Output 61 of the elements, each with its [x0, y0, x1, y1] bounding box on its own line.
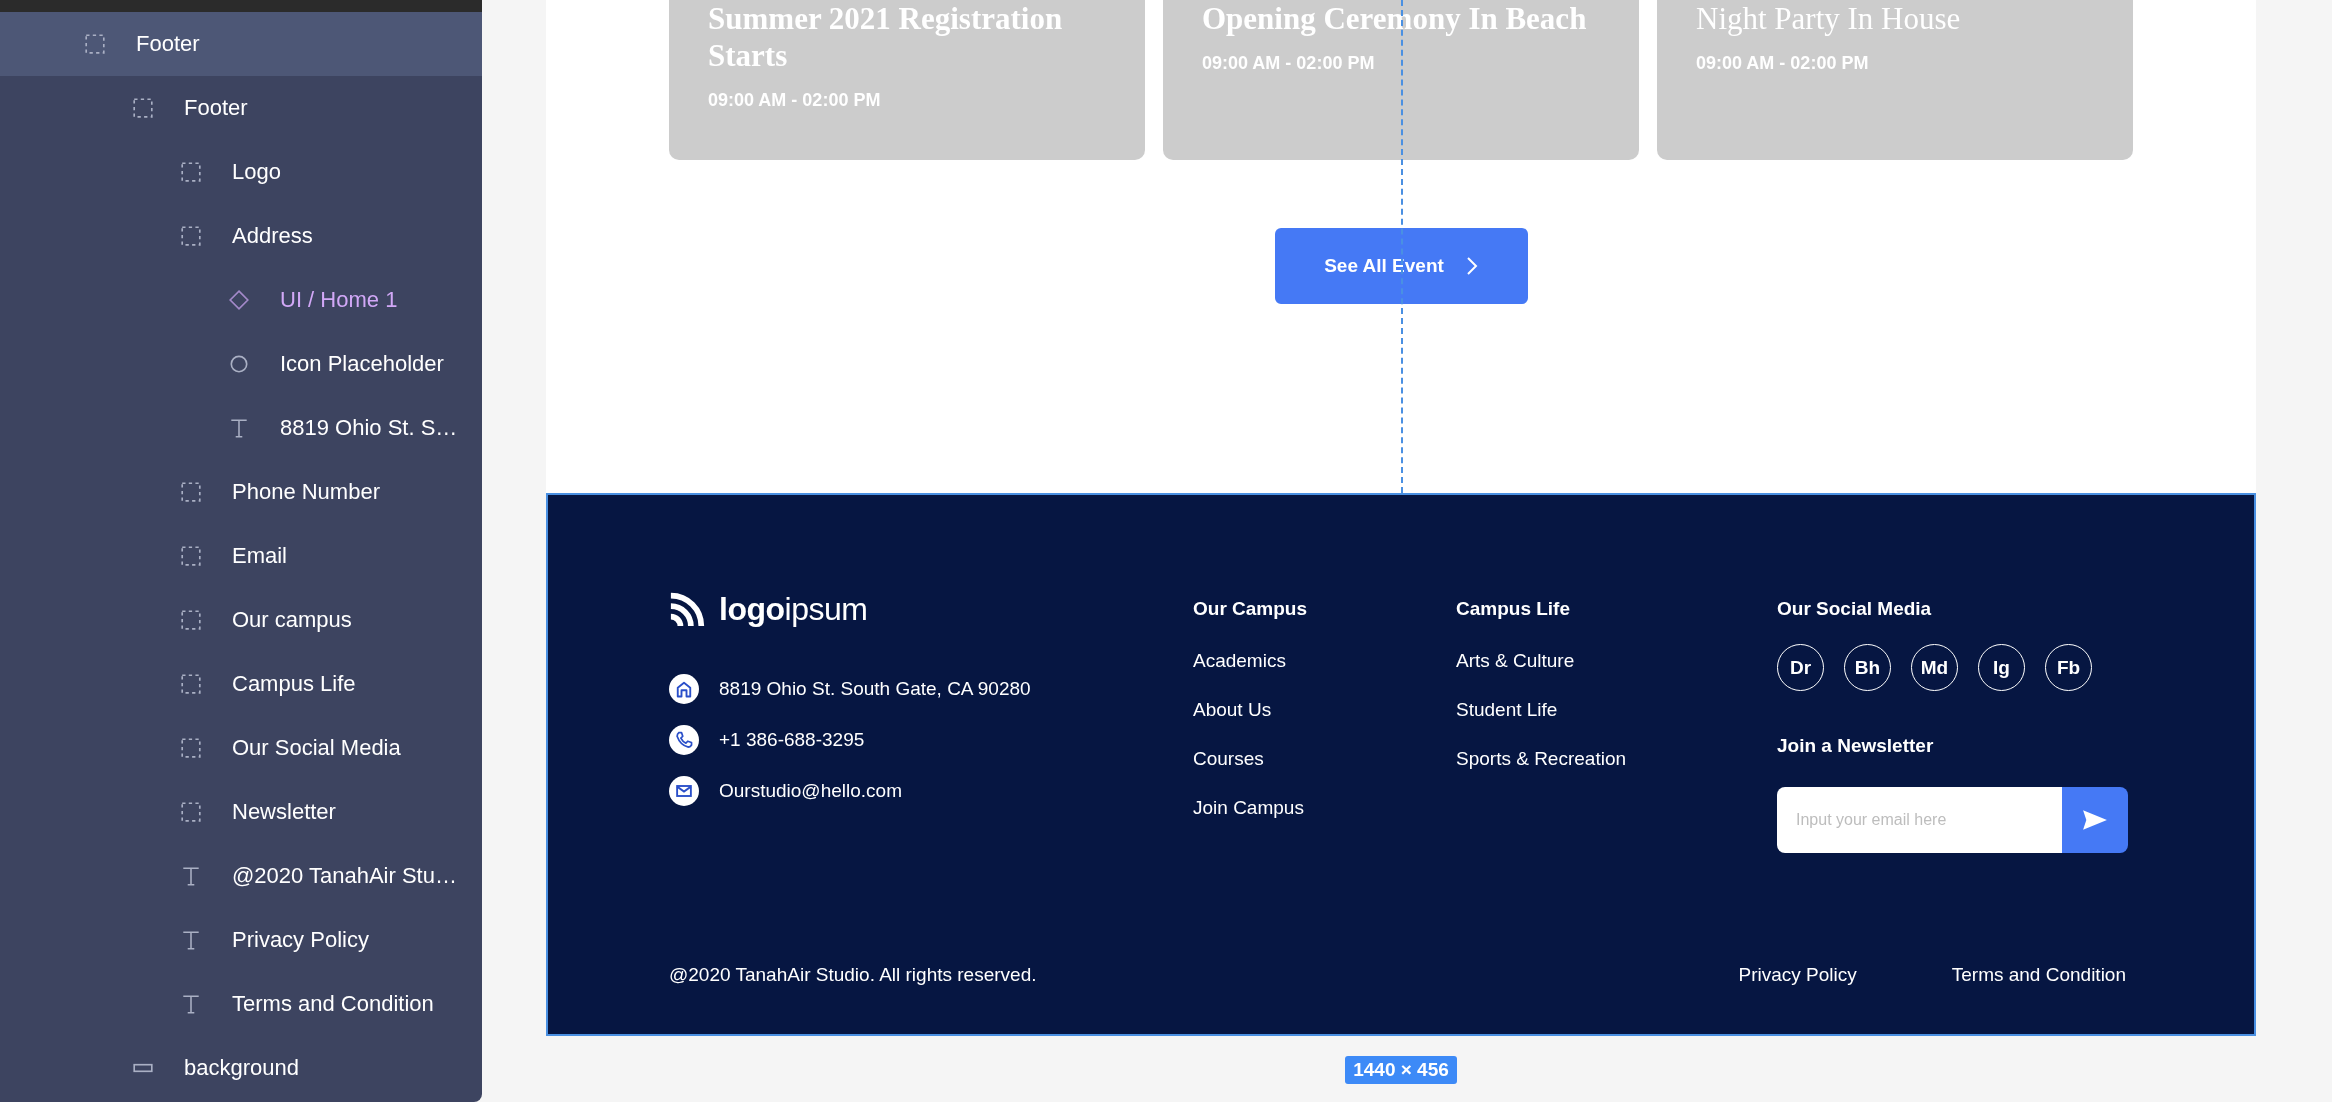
circle-icon	[228, 353, 250, 375]
layer-item[interactable]: background	[0, 1036, 482, 1100]
layer-item[interactable]: 8819 Ohio St. S…	[0, 396, 482, 460]
text-icon	[228, 417, 250, 439]
newsletter-heading: Join a Newsletter	[1777, 735, 1935, 757]
footer-link[interactable]: Sports & Recreation	[1456, 748, 1777, 770]
diamond-icon	[228, 289, 250, 311]
layer-item[interactable]: Address	[0, 204, 482, 268]
footer-link[interactable]: Arts & Culture	[1456, 650, 1777, 672]
layer-item[interactable]: Icon Placeholder	[0, 332, 482, 396]
frame-icon	[180, 673, 202, 695]
contact-text: 8819 Ohio St. South Gate, CA 90280	[719, 678, 1031, 700]
footer-link[interactable]: Student Life	[1456, 699, 1777, 721]
frame-icon	[180, 545, 202, 567]
footer-link[interactable]: Courses	[1193, 748, 1456, 770]
mail-icon	[669, 776, 699, 806]
see-all-button[interactable]: See All Event	[1274, 228, 1528, 304]
layer-item[interactable]: Privacy Policy	[0, 908, 482, 972]
layer-item[interactable]: @2020 TanahAir Stu…	[0, 844, 482, 908]
layer-item[interactable]: Logo	[0, 140, 482, 204]
send-icon	[2082, 809, 2108, 831]
frame-icon	[180, 225, 202, 247]
frame-icon	[180, 161, 202, 183]
layer-item[interactable]: Phone Number	[0, 460, 482, 524]
column-heading: Campus Life	[1456, 598, 1572, 620]
column-heading: Our Campus	[1193, 598, 1309, 620]
frame-icon	[84, 33, 106, 55]
logo-mark-icon	[669, 590, 707, 628]
column-heading: Our Social Media	[1777, 598, 1933, 620]
home-icon	[669, 674, 699, 704]
dimension-label: 1440 × 456	[1345, 1056, 1457, 1084]
footer-link[interactable]: Join Campus	[1193, 797, 1456, 819]
contact-text: +1 386-688-3295	[719, 729, 865, 751]
frame-icon	[180, 737, 202, 759]
layer-item[interactable]: Footer	[0, 12, 482, 76]
contact-text: Ourstudio@hello.com	[719, 780, 902, 802]
text-icon	[180, 865, 202, 887]
frame-icon	[132, 97, 154, 119]
layer-item[interactable]: Our Social Media	[0, 716, 482, 780]
layer-item[interactable]: Email	[0, 524, 482, 588]
layer-item[interactable]: UI / Home 1	[0, 268, 482, 332]
layer-item[interactable]: Terms and Condition	[0, 972, 482, 1036]
logo-text: logoipsum	[719, 590, 868, 628]
footer-link[interactable]: Academics	[1193, 650, 1456, 672]
layer-item[interactable]: Newsletter	[0, 780, 482, 844]
layer-item[interactable]: Footer	[0, 76, 482, 140]
send-button[interactable]	[2062, 787, 2128, 853]
footer-link[interactable]: About Us	[1193, 699, 1456, 721]
phone-icon	[669, 725, 699, 755]
footer-link[interactable]: Terms and Condition	[1951, 964, 2126, 986]
email-input[interactable]: Input your email here	[1777, 787, 2062, 853]
layer-item[interactable]: Our campus	[0, 588, 482, 652]
text-icon	[180, 929, 202, 951]
chevron-icon	[1465, 256, 1478, 276]
text-icon	[180, 993, 202, 1015]
frame-icon	[180, 609, 202, 631]
frame-icon	[180, 481, 202, 503]
footer-link[interactable]: Privacy Policy	[1738, 964, 1857, 986]
copyright-text: @2020 TanahAir Studio. All rights reserved.	[669, 964, 1037, 986]
frame-icon	[180, 801, 202, 823]
layer-item[interactable]: Campus Life	[0, 652, 482, 716]
